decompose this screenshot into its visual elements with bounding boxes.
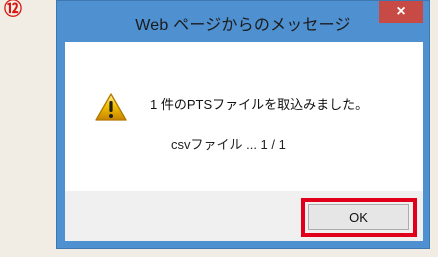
dialog-content: 1 件のPTSファイルを取込みました。 csvファイル ... 1 / 1	[65, 42, 423, 191]
step-number: ⑫	[4, 0, 22, 20]
ok-button[interactable]: OK	[308, 204, 409, 230]
warning-icon	[95, 93, 127, 121]
dialog-title: Web ページからのメッセージ	[135, 17, 351, 34]
dialog-message: 1 件のPTSファイルを取込みました。	[150, 97, 369, 112]
dialog-title-bar[interactable]: Web ページからのメッセージ ×	[57, 1, 429, 42]
close-button[interactable]: ×	[379, 1, 423, 23]
dialog-detail: csvファイル ... 1 / 1	[171, 137, 286, 152]
message-dialog: Web ページからのメッセージ × 1 件のPTSファイルを取込みました。 cs…	[56, 0, 430, 249]
dialog-footer: OK	[65, 191, 423, 241]
close-icon: ×	[396, 3, 406, 20]
